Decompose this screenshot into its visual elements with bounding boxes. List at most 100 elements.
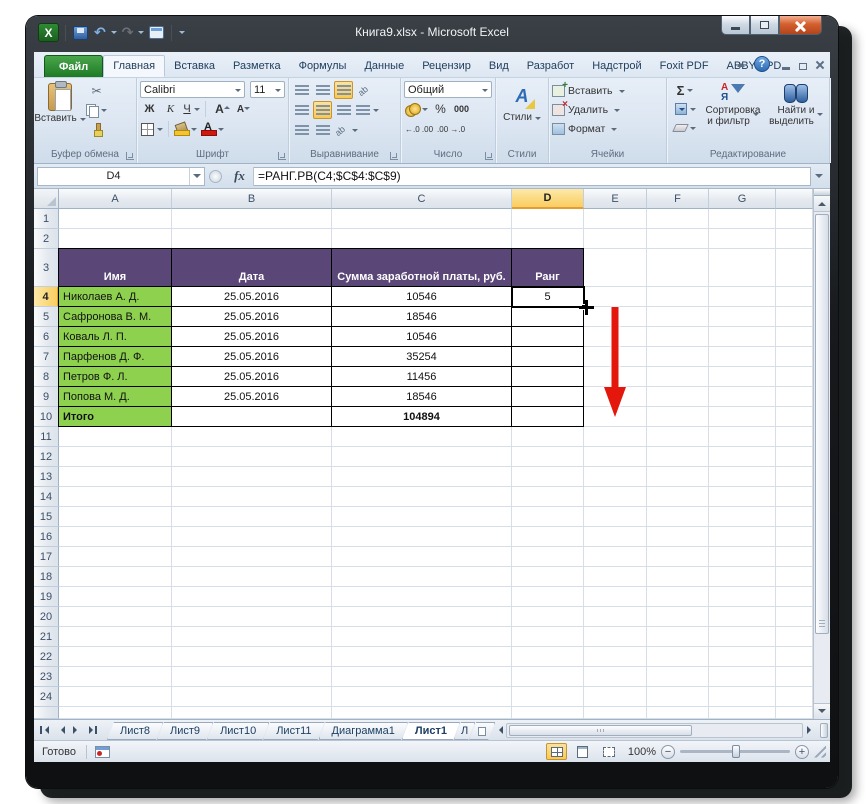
- cell[interactable]: [776, 467, 813, 487]
- cell[interactable]: [172, 687, 332, 707]
- cell[interactable]: [332, 427, 512, 447]
- cell[interactable]: [332, 647, 512, 667]
- cell[interactable]: Сумма заработной платы, руб.: [332, 249, 512, 287]
- fill-color-button[interactable]: [173, 120, 198, 138]
- cell[interactable]: [647, 587, 709, 607]
- scroll-up-icon[interactable]: [814, 196, 830, 212]
- cell[interactable]: Парфенов Д. Ф.: [59, 347, 172, 367]
- cell[interactable]: [172, 547, 332, 567]
- cell[interactable]: [332, 507, 512, 527]
- paste-button[interactable]: Вставить: [34, 81, 83, 148]
- font-name-select[interactable]: Calibri: [140, 81, 245, 98]
- cell[interactable]: [647, 487, 709, 507]
- column-header[interactable]: D: [512, 189, 584, 209]
- row-header[interactable]: 16: [34, 527, 59, 547]
- row-header[interactable]: 7: [34, 347, 59, 367]
- cell[interactable]: [584, 487, 647, 507]
- font-dialog-launcher-icon[interactable]: [278, 152, 286, 160]
- ribbon-tab[interactable]: Данные: [355, 55, 413, 77]
- cell[interactable]: [59, 427, 172, 447]
- cell[interactable]: [647, 249, 709, 287]
- cell[interactable]: [512, 447, 584, 467]
- cell[interactable]: 18546: [332, 387, 512, 407]
- cell[interactable]: [172, 607, 332, 627]
- row-header[interactable]: 24: [34, 687, 59, 707]
- cell[interactable]: [59, 707, 172, 719]
- cell[interactable]: [59, 627, 172, 647]
- cell[interactable]: [776, 307, 813, 327]
- row-header[interactable]: 4: [34, 287, 59, 307]
- column-header[interactable]: F: [647, 189, 709, 209]
- sheet-tab[interactable]: Лист8: [107, 722, 163, 740]
- cell[interactable]: [709, 287, 776, 307]
- cell[interactable]: [584, 249, 647, 287]
- vertical-scrollbar[interactable]: [813, 189, 830, 719]
- column-header[interactable]: A: [59, 189, 172, 209]
- cell[interactable]: [647, 567, 709, 587]
- cell[interactable]: [59, 587, 172, 607]
- cell[interactable]: [172, 467, 332, 487]
- insert-cells-button[interactable]: Вставить: [552, 80, 663, 100]
- delete-cells-button[interactable]: Удалить: [552, 99, 663, 119]
- ribbon-tab[interactable]: Надстрой: [583, 55, 650, 77]
- cell[interactable]: [584, 527, 647, 547]
- redo-dropdown[interactable]: [138, 31, 145, 37]
- cell[interactable]: [59, 487, 172, 507]
- cell[interactable]: [709, 487, 776, 507]
- cell[interactable]: [59, 667, 172, 687]
- cell[interactable]: [59, 607, 172, 627]
- help-icon[interactable]: ?: [754, 56, 770, 72]
- cell[interactable]: [776, 347, 813, 367]
- cell[interactable]: [709, 647, 776, 667]
- cell[interactable]: 11456: [332, 367, 512, 387]
- format-painter-button[interactable]: [85, 120, 108, 138]
- cell[interactable]: [709, 327, 776, 347]
- cell[interactable]: [332, 567, 512, 587]
- sort-filter-button[interactable]: АЯ Сортировка и фильтр: [703, 81, 763, 148]
- cell[interactable]: Коваль Л. П.: [59, 327, 172, 347]
- column-header[interactable]: C: [332, 189, 512, 209]
- insert-function-button[interactable]: fx: [226, 166, 254, 186]
- cell[interactable]: [512, 607, 584, 627]
- scroll-down-icon[interactable]: [814, 703, 830, 719]
- cell[interactable]: [584, 447, 647, 467]
- sheet-tab[interactable]: Лист10: [207, 722, 269, 740]
- cell[interactable]: [584, 687, 647, 707]
- row-header[interactable]: 14: [34, 487, 59, 507]
- cell[interactable]: [172, 707, 332, 719]
- cell[interactable]: [584, 707, 647, 719]
- cell[interactable]: [709, 667, 776, 687]
- cell[interactable]: [512, 467, 584, 487]
- cell[interactable]: [332, 707, 512, 719]
- row-header[interactable]: 1: [34, 209, 59, 229]
- cell[interactable]: [709, 527, 776, 547]
- ribbon-tab[interactable]: Формулы: [290, 55, 356, 77]
- align-left-button[interactable]: [292, 101, 311, 119]
- cell[interactable]: Николаев А. Д.: [59, 287, 172, 307]
- cell[interactable]: [647, 307, 709, 327]
- cell[interactable]: [776, 287, 813, 307]
- cell[interactable]: [776, 647, 813, 667]
- cell[interactable]: [776, 209, 813, 229]
- orientation-button[interactable]: [355, 81, 374, 99]
- cell[interactable]: [512, 367, 584, 387]
- cell[interactable]: [709, 249, 776, 287]
- cell[interactable]: [584, 467, 647, 487]
- ribbon-tab[interactable]: Разработ: [518, 55, 583, 77]
- number-dialog-launcher-icon[interactable]: [485, 152, 493, 160]
- row-header[interactable]: 6: [34, 327, 59, 347]
- cell[interactable]: [647, 209, 709, 229]
- row-header[interactable]: 17: [34, 547, 59, 567]
- decrease-decimal-button[interactable]: .00 →.0: [436, 120, 466, 138]
- cell[interactable]: [776, 587, 813, 607]
- customize-qat-button[interactable]: [178, 24, 186, 42]
- cell[interactable]: [59, 507, 172, 527]
- cell[interactable]: [647, 287, 709, 307]
- wrap-text-button[interactable]: [355, 101, 380, 119]
- name-box[interactable]: D4: [37, 166, 205, 186]
- cell[interactable]: [332, 447, 512, 467]
- cell[interactable]: [709, 567, 776, 587]
- cell[interactable]: 104894: [332, 407, 512, 427]
- ribbon-tab[interactable]: Разметка: [224, 55, 290, 77]
- cell[interactable]: [59, 229, 172, 249]
